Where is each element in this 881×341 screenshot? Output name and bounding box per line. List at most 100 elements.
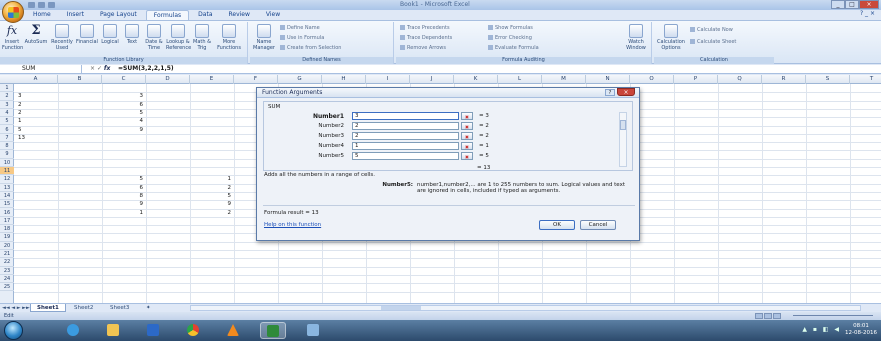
column-header-n[interactable]: N [586, 75, 630, 84]
trace-precedents-button[interactable]: Trace Precedents [400, 25, 450, 31]
trace-dependents-button[interactable]: Trace Dependents [400, 35, 452, 41]
date-time-button[interactable]: Date & Time [144, 24, 164, 51]
collapse-dialog-icon[interactable]: ▣ [461, 142, 473, 150]
show-formulas-button[interactable]: Show Formulas [488, 25, 533, 31]
row-header-17[interactable]: 17 [0, 217, 14, 226]
recently-used-button[interactable]: Recently Used [50, 24, 74, 51]
zoom-slider[interactable] [793, 315, 873, 316]
column-header-e[interactable]: E [190, 75, 234, 84]
cancel-entry-icon[interactable]: × [90, 65, 95, 72]
ribbon-help-controls[interactable]: ? _ × [860, 10, 875, 17]
cell-c15[interactable]: 9 [102, 200, 144, 208]
row-header-15[interactable]: 15 [0, 200, 14, 209]
column-header-m[interactable]: M [542, 75, 586, 84]
explorer-taskbar-icon[interactable] [100, 322, 126, 339]
collapse-dialog-icon[interactable]: ▣ [461, 122, 473, 130]
maximize-button[interactable]: □ [845, 0, 859, 9]
row-header-5[interactable]: 5 [0, 117, 14, 126]
row-header-2[interactable]: 2 [0, 92, 14, 101]
cell-e16[interactable]: 2 [190, 209, 232, 217]
number4-input[interactable]: 1 [352, 142, 459, 150]
define-name-button[interactable]: Define Name [280, 25, 320, 31]
ok-button[interactable]: OK [539, 220, 575, 230]
minimize-button[interactable]: _ [831, 0, 845, 9]
scroll-thumb[interactable] [381, 306, 421, 310]
cell-c6[interactable]: 9 [102, 126, 144, 134]
dialog-close-button[interactable]: × [617, 88, 635, 96]
number5-input[interactable]: 5 [352, 152, 459, 160]
cell-e12[interactable]: 1 [190, 175, 232, 183]
dialog-title[interactable]: Function Arguments [257, 88, 639, 98]
calculate-now-button[interactable]: Calculate Now [690, 27, 733, 33]
row-header-9[interactable]: 9 [0, 150, 14, 159]
cancel-button[interactable]: Cancel [580, 220, 616, 230]
cell-a5[interactable]: 1 [18, 117, 58, 125]
column-header-i[interactable]: I [366, 75, 410, 84]
cell-c12[interactable]: 5 [102, 175, 144, 183]
start-button-icon[interactable] [4, 321, 23, 340]
row-header-12[interactable]: 12 [0, 175, 14, 184]
cell-e13[interactable]: 2 [190, 184, 232, 192]
row-header-16[interactable]: 16 [0, 209, 14, 217]
cell-c5[interactable]: 4 [102, 117, 144, 125]
number3-input[interactable]: 2 [352, 132, 459, 140]
cell-c16[interactable]: 1 [102, 209, 144, 217]
cell-e15[interactable]: 9 [190, 200, 232, 208]
column-header-s[interactable]: S [806, 75, 850, 84]
tab-formulas[interactable]: Formulas [145, 10, 190, 20]
collapse-dialog-icon[interactable]: ▣ [461, 132, 473, 140]
quick-access-toolbar[interactable] [28, 1, 55, 9]
column-header-d[interactable]: D [146, 75, 190, 84]
name-box[interactable]: SUM [2, 65, 82, 73]
office-button[interactable] [2, 1, 24, 23]
vlc-taskbar-icon[interactable] [220, 322, 246, 339]
column-header-r[interactable]: R [762, 75, 806, 84]
system-tray-icons[interactable]: ▲ ▪ ◧ ◀ [802, 326, 841, 333]
insert-sheet-icon[interactable]: ✦ [140, 304, 157, 312]
tab-insert[interactable]: Insert [60, 10, 91, 20]
cell-e14[interactable]: 5 [190, 192, 232, 200]
insert-function-icon[interactable]: fx [104, 65, 110, 72]
sheet-tab-sheet2[interactable]: Sheet2 [68, 304, 99, 312]
create-from-selection-button[interactable]: Create from Selection [280, 45, 341, 51]
insert-function-button[interactable]: fx Insert Function [2, 24, 23, 51]
help-on-function-link[interactable]: Help on this function [264, 222, 321, 228]
close-button[interactable]: × [859, 0, 879, 9]
media-player-taskbar-icon[interactable] [140, 322, 166, 339]
column-header-q[interactable]: Q [718, 75, 762, 84]
text-button[interactable]: Text [122, 24, 142, 45]
use-in-formula-button[interactable]: Use in Formula [280, 35, 324, 41]
paint-taskbar-icon[interactable] [300, 322, 326, 339]
column-header-h[interactable]: H [322, 75, 366, 84]
args-scrollbar[interactable] [619, 112, 627, 167]
autosum-button[interactable]: Σ AutoSum [24, 24, 48, 45]
normal-view-icon[interactable] [755, 313, 763, 319]
row-header-4[interactable]: 4 [0, 109, 14, 118]
excel-taskbar-icon[interactable] [260, 322, 286, 339]
tab-view[interactable]: View [259, 10, 287, 20]
row-header-18[interactable]: 18 [0, 225, 14, 234]
page-break-view-icon[interactable] [773, 313, 781, 319]
number2-input[interactable]: 2 [352, 122, 459, 130]
dialog-help-button[interactable]: ? [605, 89, 615, 96]
row-header-7[interactable]: 7 [0, 134, 14, 143]
column-header-b[interactable]: B [58, 75, 102, 84]
formula-input[interactable]: =SUM(3,2,2,1,5) [118, 65, 174, 73]
row-header-3[interactable]: 3 [0, 101, 14, 109]
enter-entry-icon[interactable]: ✓ [97, 65, 102, 72]
logical-button[interactable]: Logical [100, 24, 120, 45]
tab-data[interactable]: Data [191, 10, 219, 20]
row-header-14[interactable]: 14 [0, 192, 14, 201]
column-header-o[interactable]: O [630, 75, 674, 84]
chrome-taskbar-icon[interactable] [180, 322, 206, 339]
horizontal-scrollbar[interactable] [190, 305, 861, 311]
ie-taskbar-icon[interactable] [60, 322, 86, 339]
row-header-22[interactable]: 22 [0, 258, 14, 267]
evaluate-formula-button[interactable]: Evaluate Formula [488, 45, 539, 51]
calculation-options-button[interactable]: Calculation Options [656, 24, 686, 51]
row-header-1[interactable]: 1 [0, 84, 14, 93]
tab-review[interactable]: Review [222, 10, 257, 20]
collapse-dialog-icon[interactable]: ▣ [461, 152, 473, 160]
calculate-sheet-button[interactable]: Calculate Sheet [690, 39, 736, 45]
name-manager-button[interactable]: Name Manager [252, 24, 276, 51]
